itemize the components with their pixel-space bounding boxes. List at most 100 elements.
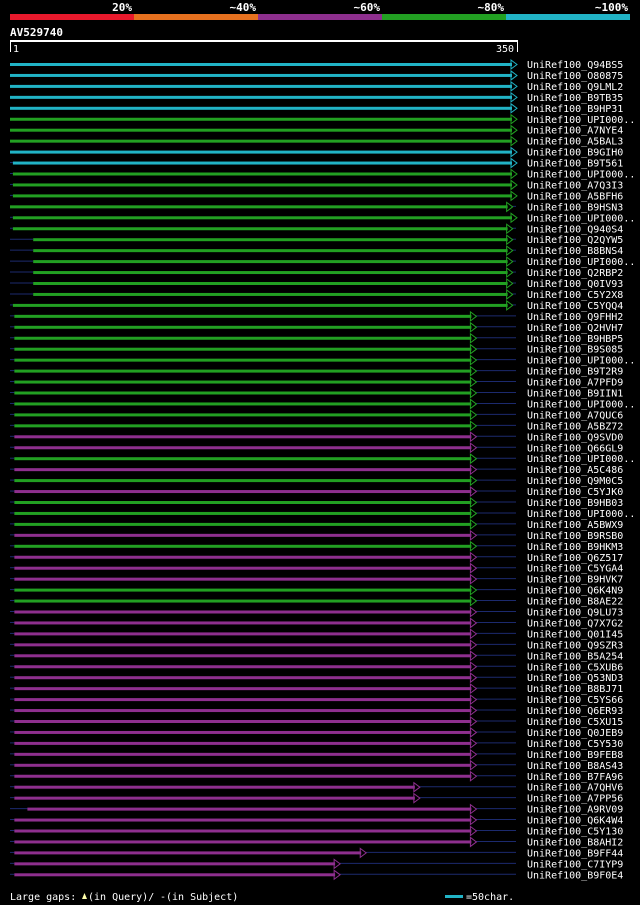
hit-label[interactable]: UniRef100_UPI000.. [527,356,635,367]
hit-label[interactable]: UniRef100_C5XU15 [527,717,623,728]
hit-label[interactable]: UniRef100_UPI000.. [527,115,635,126]
hit-label[interactable]: UniRef100_UPI000.. [527,213,635,224]
hit-row[interactable]: UniRef100_UPI000.. [10,354,635,367]
hit-label[interactable]: UniRef100_C7IYP9 [527,859,623,870]
hit-row[interactable]: UniRef100_B9FF44 [10,847,623,859]
hit-row[interactable]: UniRef100_A9RV09 [10,803,623,816]
hit-label[interactable]: UniRef100_Q940S4 [527,224,623,235]
hit-row[interactable]: UniRef100_UPI000.. [10,212,635,224]
hit-row[interactable]: UniRef100_A7QUC6 [10,409,623,421]
hit-row[interactable]: UniRef100_B8AE22 [10,595,623,608]
hit-label[interactable]: UniRef100_A9RV09 [527,805,623,816]
hit-row[interactable]: UniRef100_Q66GL9 [10,442,623,454]
hit-row[interactable]: UniRef100_Q6Z517 [10,551,623,564]
hit-row[interactable]: UniRef100_Q2QYW5 [10,234,623,246]
hit-label[interactable]: UniRef100_B9IIN1 [527,389,623,400]
hit-label[interactable]: UniRef100_A7PFD9 [527,378,623,389]
hit-label[interactable]: UniRef100_Q53ND3 [527,673,623,684]
hit-label[interactable]: UniRef100_B9HVK7 [527,575,623,586]
hit-row[interactable]: UniRef100_B9T2R9 [10,365,623,378]
hit-row[interactable]: UniRef100_B9HBP5 [10,332,623,345]
hit-row[interactable]: UniRef100_Q9M0C5 [10,475,623,487]
hit-row[interactable]: UniRef100_A5BWX9 [10,518,623,531]
hit-row[interactable]: UniRef100_B9FEB8 [10,748,623,761]
hit-row[interactable]: UniRef100_UPI000.. [10,168,635,181]
hit-row[interactable]: UniRef100_A7Q3I3 [10,179,623,191]
hit-label[interactable]: UniRef100_B9HKM3 [527,542,623,553]
hit-label[interactable]: UniRef100_A5BAL3 [527,137,623,148]
hit-row[interactable]: UniRef100_B9HP31 [10,102,623,115]
hit-label[interactable]: UniRef100_B8AS43 [527,761,623,772]
hit-label[interactable]: UniRef100_B7FA96 [527,772,623,783]
hit-row[interactable]: UniRef100_A5BAL3 [10,135,623,148]
hit-label[interactable]: UniRef100_B9GIH0 [527,148,623,159]
hit-label[interactable]: UniRef100_Q6Z517 [527,553,623,564]
hit-row[interactable]: UniRef100_A7PFD9 [10,376,623,389]
hit-label[interactable]: UniRef100_B9T561 [527,159,623,170]
hit-label[interactable]: UniRef100_B9HSN3 [527,202,623,213]
hit-label[interactable]: UniRef100_UPI000.. [527,170,635,181]
hit-label[interactable]: UniRef100_UPI000.. [527,509,635,520]
hit-label[interactable]: UniRef100_A7PP56 [527,794,623,805]
hit-row[interactable]: UniRef100_C5XU15 [10,716,623,728]
hit-row[interactable]: UniRef100_A7QHV6 [10,781,623,794]
hit-row[interactable]: UniRef100_B8AS43 [10,759,623,772]
hit-row[interactable]: UniRef100_Q9SVD0 [10,431,623,443]
hit-row[interactable]: UniRef100_B9F0E4 [10,869,623,881]
hit-label[interactable]: UniRef100_B9HBP5 [527,334,623,345]
hit-label[interactable]: UniRef100_A5BZ72 [527,421,623,432]
hit-label[interactable]: UniRef100_UPI000.. [527,257,635,268]
hit-row[interactable]: UniRef100_C7IYP9 [10,858,623,870]
hit-row[interactable]: UniRef100_B9HSN3 [10,201,623,213]
hit-row[interactable]: UniRef100_UPI000.. [10,256,635,268]
hit-label[interactable]: UniRef100_B9HB03 [527,498,623,509]
hit-label[interactable]: UniRef100_C5YJK0 [527,487,623,498]
hit-row[interactable]: UniRef100_B8AHI2 [10,836,623,848]
hit-label[interactable]: UniRef100_O80875 [527,71,623,82]
hit-row[interactable]: UniRef100_B8BJ71 [10,683,623,695]
hit-row[interactable]: UniRef100_C5Y130 [10,825,623,838]
hit-row[interactable]: UniRef100_UPI000.. [10,398,635,410]
hit-row[interactable]: UniRef100_B7FA96 [10,770,623,783]
hit-row[interactable]: UniRef100_UPI000.. [10,113,635,126]
hit-label[interactable]: UniRef100_C5Y2X8 [527,290,623,301]
hit-label[interactable]: UniRef100_B8BJ71 [527,684,623,695]
hit-row[interactable]: UniRef100_C5Y530 [10,737,623,750]
hit-label[interactable]: UniRef100_B9RSB0 [527,531,623,542]
hit-row[interactable]: UniRef100_A7NYE4 [10,124,623,137]
hit-label[interactable]: UniRef100_Q2QYW5 [527,235,623,246]
hit-row[interactable]: UniRef100_Q53ND3 [10,672,623,684]
hit-row[interactable]: UniRef100_C5Y2X8 [10,288,623,301]
hit-label[interactable]: UniRef100_Q9LML2 [527,82,623,93]
hit-row[interactable]: UniRef100_A5C486 [10,464,623,476]
hit-label[interactable]: UniRef100_B9HP31 [527,104,623,115]
hit-row[interactable]: UniRef100_Q9LU73 [10,606,623,619]
hit-label[interactable]: UniRef100_Q0IV93 [527,279,623,290]
hit-label[interactable]: UniRef100_B5A254 [527,651,623,662]
hit-label[interactable]: UniRef100_A7NYE4 [527,126,623,137]
hit-row[interactable]: UniRef100_C5YQQ4 [10,299,623,312]
hit-row[interactable]: UniRef100_Q7X7G2 [10,617,623,629]
hit-label[interactable]: UniRef100_C5XUB6 [527,662,623,673]
hit-row[interactable]: UniRef100_Q9FHH2 [10,310,623,323]
hit-label[interactable]: UniRef100_UPI000.. [527,399,635,410]
hit-row[interactable]: UniRef100_B5A254 [10,650,623,662]
hit-label[interactable]: UniRef100_Q9SZR3 [527,640,623,651]
hit-label[interactable]: UniRef100_B9F0E4 [527,870,623,881]
hit-label[interactable]: UniRef100_UPI000.. [527,454,635,465]
hit-label[interactable]: UniRef100_C5YS66 [527,695,623,706]
hit-label[interactable]: UniRef100_A5C486 [527,465,623,476]
hit-row[interactable]: UniRef100_A5BFH6 [10,190,623,202]
hit-label[interactable]: UniRef100_Q9SVD0 [527,432,623,443]
hit-label[interactable]: UniRef100_Q7X7G2 [527,618,623,629]
hit-row[interactable]: UniRef100_O80875 [10,69,623,82]
hit-label[interactable]: UniRef100_Q6K4W4 [527,816,623,827]
hit-label[interactable]: UniRef100_Q9M0C5 [527,476,623,487]
hit-row[interactable]: UniRef100_Q6K4W4 [10,814,623,827]
hit-row[interactable]: UniRef100_A7PP56 [10,792,623,805]
hit-label[interactable]: UniRef100_A5BFH6 [527,191,623,202]
hit-label[interactable]: UniRef100_B9TB35 [527,93,623,104]
hit-row[interactable]: UniRef100_C5YJK0 [10,486,623,498]
hit-row[interactable]: UniRef100_B9HKM3 [10,540,623,553]
hit-label[interactable]: UniRef100_Q9LU73 [527,608,623,619]
